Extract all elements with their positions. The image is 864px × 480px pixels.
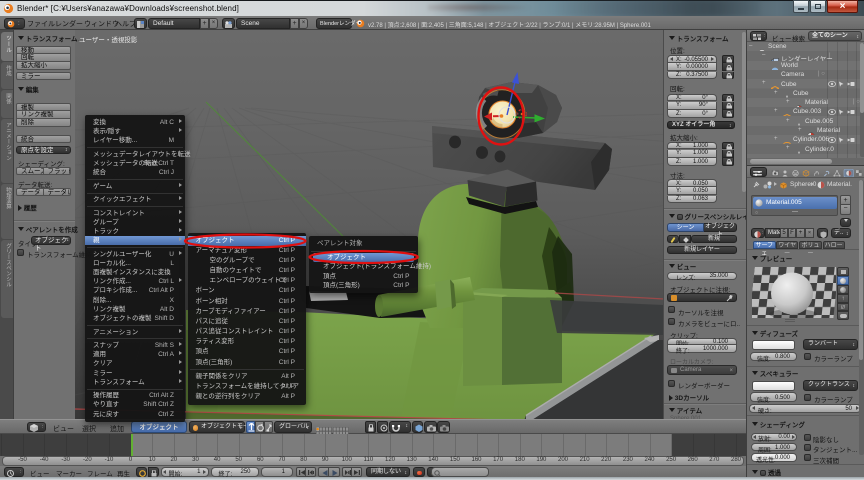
svg-text:ユーザー・透視投影: ユーザー・透視投影 (79, 35, 138, 44)
